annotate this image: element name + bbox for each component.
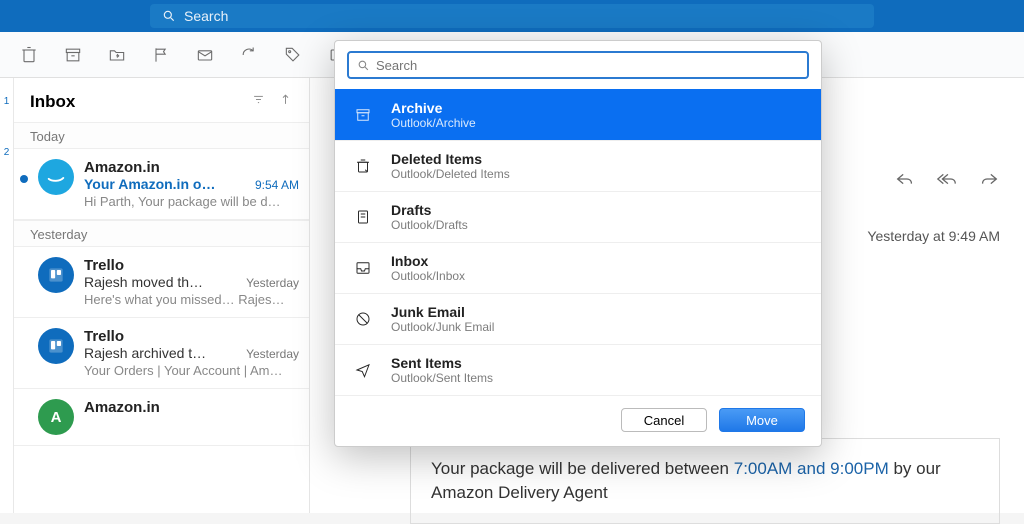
subject: Rajesh archived t… [84,345,240,361]
folder-path: Outlook/Archive [391,116,476,130]
tag-icon[interactable] [282,44,304,66]
folder-item-archive[interactable]: ArchiveOutlook/Archive [335,89,821,140]
sync-icon[interactable] [238,44,260,66]
sidebar-rail[interactable]: 12 [0,78,14,513]
subject: Rajesh moved th… [84,274,240,290]
folder-item-junk[interactable]: Junk EmailOutlook/Junk Email [335,293,821,344]
unread-dot [20,175,28,183]
folder-name: Sent Items [391,355,493,371]
title-bar: Search [0,0,1024,32]
avatar [38,328,74,364]
folder-item-drafts[interactable]: DraftsOutlook/Drafts [335,191,821,242]
time: Yesterday [246,276,299,290]
archive-icon[interactable] [62,44,84,66]
reading-actions [894,168,1000,195]
folder-item-sent[interactable]: Sent ItemsOutlook/Sent Items [335,344,821,395]
folder-path: Outlook/Deleted Items [391,167,510,181]
folder-name: Inbox [391,253,465,269]
sort-icon[interactable] [278,92,293,112]
dialog-search[interactable] [347,51,809,79]
folder-name: Archive [391,100,476,116]
delete-icon[interactable] [18,44,40,66]
folder-list: ArchiveOutlook/ArchiveDeleted ItemsOutlo… [335,89,821,395]
message-item[interactable]: Amazon.inYour Amazon.in o… 9:54 AM Hi Part… [14,149,309,220]
sent-icon [353,360,373,380]
message-list-pane: Inbox TodayAmazon.inYour Amazon.in o…9:5… [14,78,310,513]
message-item[interactable]: A Amazon.in [14,389,309,446]
global-search-placeholder: Search [184,8,228,24]
move-dialog: ArchiveOutlook/ArchiveDeleted ItemsOutlo… [334,40,822,447]
sender: Amazon.in [84,399,299,416]
dialog-search-input[interactable] [376,58,799,73]
reply-icon[interactable] [894,168,916,195]
flag-icon[interactable] [150,44,172,66]
move-button[interactable]: Move [719,408,805,432]
preview: Here's what you missed… Rajes… [84,292,299,307]
message-list-header: Inbox [14,78,309,122]
folder-name: Junk Email [391,304,494,320]
move-icon[interactable] [106,44,128,66]
folder-item-trash[interactable]: Deleted ItemsOutlook/Deleted Items [335,140,821,191]
section-label: Today [14,122,309,149]
message-item[interactable]: TrelloRajesh archived t… Yesterday Your Or… [14,318,309,389]
sender: Trello [84,257,299,274]
sender: Amazon.in [84,159,299,176]
folder-name: Deleted Items [391,151,510,167]
folder-title: Inbox [30,92,251,112]
folder-path: Outlook/Sent Items [391,371,493,385]
inbox-icon [353,258,373,278]
avatar [38,257,74,293]
sender: Trello [84,328,299,345]
avatar [38,159,74,195]
global-search[interactable]: Search [150,4,874,28]
time: 9:54 AM [255,178,299,192]
trash-icon [353,156,373,176]
reply-all-icon[interactable] [936,168,958,195]
folder-item-inbox[interactable]: InboxOutlook/Inbox [335,242,821,293]
mark-read-icon[interactable] [194,44,216,66]
folder-path: Outlook/Drafts [391,218,468,232]
subject: Your Amazon.in o… [84,176,249,192]
archive-icon [353,105,373,125]
folder-path: Outlook/Junk Email [391,320,494,334]
reading-body: Your package will be delivered between 7… [410,438,1000,524]
folder-name: Drafts [391,202,468,218]
section-label: Yesterday [14,220,309,247]
reading-timestamp: Yesterday at 9:49 AM [867,228,1000,244]
drafts-icon [353,207,373,227]
search-icon [162,9,176,23]
preview: Hi Parth, Your package will be d… [84,194,299,209]
message-item[interactable]: TrelloRajesh moved th… Yesterday Here's wh… [14,247,309,318]
time: Yesterday [246,347,299,361]
avatar: A [38,399,74,435]
junk-icon [353,309,373,329]
filter-icon[interactable] [251,92,266,112]
folder-path: Outlook/Inbox [391,269,465,283]
cancel-button[interactable]: Cancel [621,408,707,432]
preview: Your Orders | Your Account | Am… [84,363,299,378]
forward-icon[interactable] [978,168,1000,195]
search-icon [357,59,370,72]
